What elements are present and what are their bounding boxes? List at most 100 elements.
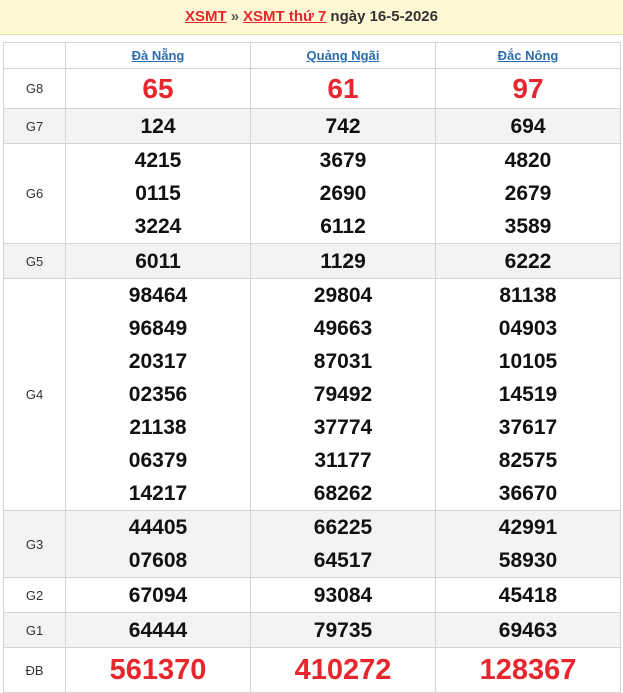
prize-row-db: ĐB 561370 410272 128367 <box>3 647 621 693</box>
prize-cell: 97 <box>435 68 621 109</box>
winning-number: 44405 <box>128 516 188 539</box>
xsmt-thu7-link[interactable]: XSMT thứ 7 <box>243 8 326 25</box>
winning-number: 66225 <box>313 516 373 539</box>
winning-number: 0115 <box>135 182 181 205</box>
prize-column-header <box>3 42 66 69</box>
winning-number: 4820 <box>504 149 552 172</box>
winning-number: 37774 <box>313 416 373 439</box>
prize-cell: 67094 <box>65 577 251 613</box>
prize-cell: 64444 <box>65 612 251 648</box>
prize-label: ĐB <box>3 647 66 693</box>
prize-cell: 66225 64517 <box>250 510 436 578</box>
prize-label: G4 <box>3 278 66 511</box>
prize-cell: 124 <box>65 108 251 144</box>
winning-number: 14217 <box>128 482 188 505</box>
province-link-quang-ngai[interactable]: Quảng Ngãi <box>307 48 380 63</box>
prize-label: G5 <box>3 243 66 279</box>
prize-cell: 4820 2679 3589 <box>435 143 621 244</box>
prize-row-g4: G4 98464 96849 20317 02356 21138 06379 14217 298… <box>3 278 621 511</box>
xsmt-link[interactable]: XSMT <box>185 8 227 25</box>
prize-cell: 44405 07608 <box>65 510 251 578</box>
prize-label: G6 <box>3 143 66 244</box>
winning-number: 29804 <box>313 284 373 307</box>
results-table: Đà Nẵng Quảng Ngãi Đắc Nông G8 65 61 97 G7 12… <box>3 42 621 693</box>
winning-number: 07608 <box>128 549 188 572</box>
prize-cell: 4215 0115 3224 <box>65 143 251 244</box>
prize-cell: 45418 <box>435 577 621 613</box>
winning-number: 81138 <box>499 284 557 307</box>
prize-label: G3 <box>3 510 66 578</box>
winning-number: 82575 <box>498 449 558 472</box>
winning-number: 4215 <box>134 149 182 172</box>
prize-cell: 69463 <box>435 612 621 648</box>
prize-cell: 6222 <box>435 243 621 279</box>
prize-row-g1: G1 64444 79735 69463 <box>3 612 621 648</box>
winning-number: 742 <box>325 114 361 138</box>
prize-cell: 128367 <box>435 647 621 693</box>
winning-number: 128367 <box>479 653 577 686</box>
page-header: XSMT» XSMT thứ 7 ngày 16-5-2026 <box>0 0 623 35</box>
prize-cell: 42991 58930 <box>435 510 621 578</box>
winning-number: 2690 <box>319 182 367 205</box>
winning-number: 67094 <box>128 583 188 607</box>
winning-number: 1129 <box>320 249 366 273</box>
winning-number: 10105 <box>498 350 558 373</box>
winning-number: 36670 <box>498 482 558 505</box>
prize-cell: 742 <box>250 108 436 144</box>
province-link-dac-nong[interactable]: Đắc Nông <box>498 48 559 63</box>
breadcrumb-separator: » <box>230 8 240 25</box>
winning-number: 02356 <box>128 383 188 406</box>
winning-number: 124 <box>140 114 176 138</box>
prize-cell: 61 <box>250 68 436 109</box>
prize-row-g8: G8 65 61 97 <box>3 68 621 109</box>
prize-row-g5: G5 6011 1129 6222 <box>3 243 621 279</box>
prize-cell: 561370 <box>65 647 251 693</box>
prize-row-g3: G3 44405 07608 66225 64517 42991 58930 <box>3 510 621 578</box>
winning-number: 61 <box>327 72 359 104</box>
winning-number: 58930 <box>498 549 558 572</box>
winning-number: 31177 <box>314 449 372 472</box>
winning-number: 3224 <box>134 215 182 238</box>
prize-label: G7 <box>3 108 66 144</box>
winning-number: 20317 <box>128 350 188 373</box>
prize-cell: 93084 <box>250 577 436 613</box>
winning-number: 68262 <box>313 482 373 505</box>
winning-number: 79735 <box>313 618 373 642</box>
winning-number: 561370 <box>109 653 207 686</box>
winning-number: 694 <box>510 114 546 138</box>
prize-cell: 98464 96849 20317 02356 21138 06379 14217 <box>65 278 251 511</box>
province-header: Đà Nẵng <box>65 42 251 69</box>
winning-number: 06379 <box>128 449 188 472</box>
prize-label: G2 <box>3 577 66 613</box>
prize-cell: 29804 49663 87031 79492 37774 31177 68262 <box>250 278 436 511</box>
winning-number: 93084 <box>313 583 373 607</box>
winning-number: 64444 <box>128 618 188 642</box>
winning-number: 04903 <box>498 317 558 340</box>
winning-number: 14519 <box>498 383 558 406</box>
prize-cell: 694 <box>435 108 621 144</box>
winning-number: 410272 <box>294 653 392 686</box>
winning-number: 3589 <box>504 215 552 238</box>
winning-number: 65 <box>142 72 174 104</box>
winning-number: 79492 <box>313 383 373 406</box>
prize-row-g6: G6 4215 0115 3224 3679 2690 6112 4820 2679 3589 <box>3 143 621 244</box>
prize-cell: 3679 2690 6112 <box>250 143 436 244</box>
winning-number: 69463 <box>498 618 558 642</box>
prize-cell: 81138 04903 10105 14519 37617 82575 36670 <box>435 278 621 511</box>
prize-cell: 410272 <box>250 647 436 693</box>
winning-number: 45418 <box>498 583 558 607</box>
winning-number: 2679 <box>504 182 552 205</box>
prize-cell: 1129 <box>250 243 436 279</box>
draw-date: ngày 16-5-2026 <box>330 8 438 25</box>
province-header: Quảng Ngãi <box>250 42 436 69</box>
winning-number: 42991 <box>498 516 558 539</box>
winning-number: 97 <box>512 72 544 104</box>
winning-number: 6112 <box>320 215 366 238</box>
winning-number: 6222 <box>504 249 552 273</box>
winning-number: 3679 <box>319 149 367 172</box>
winning-number: 6011 <box>135 249 181 273</box>
province-link-da-nang[interactable]: Đà Nẵng <box>132 48 185 63</box>
winning-number: 37617 <box>498 416 558 439</box>
winning-number: 98464 <box>128 284 188 307</box>
prize-cell: 79735 <box>250 612 436 648</box>
